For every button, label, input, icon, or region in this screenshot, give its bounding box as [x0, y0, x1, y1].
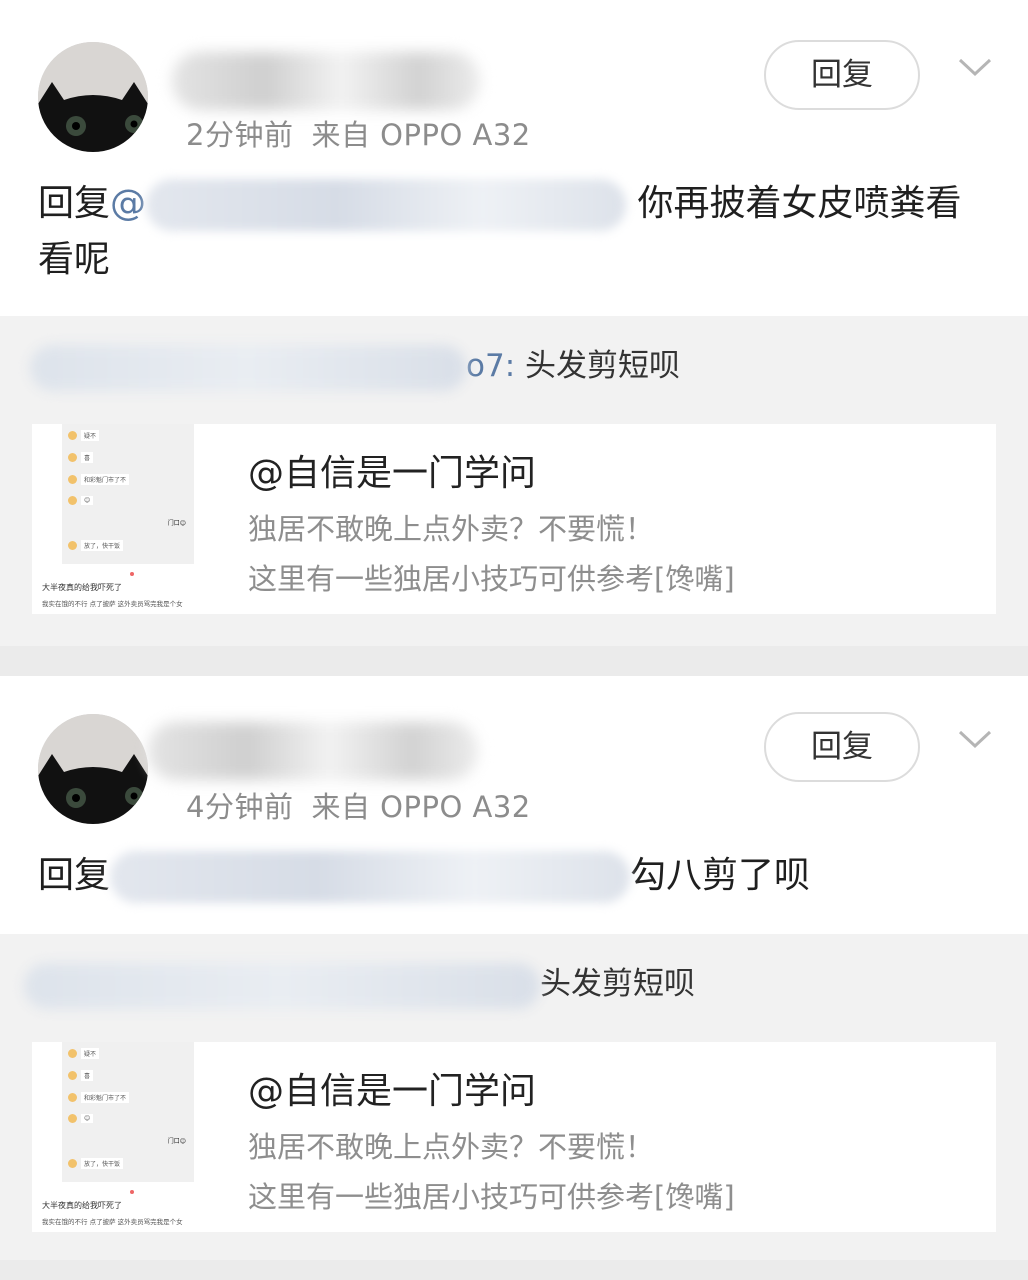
reply-prefix: 回复 [38, 183, 111, 224]
mention-redacted[interactable] [110, 851, 631, 903]
comment-meta: 2分钟前 来自 OPPO A32 [186, 112, 531, 154]
mention-link[interactable]: @ [110, 183, 146, 224]
quoted-line: o7: 头发剪短呗 [30, 344, 680, 391]
shared-post-card[interactable]: 疑不 喜 和彩魁门市了不 😊 门口😊 放了，快干饭 大半夜真的给我吓死了 我实在… [32, 1042, 996, 1232]
card-description-line: 独居不敢晚上点外卖？不要慌！ [248, 512, 655, 546]
thumbnail-chat: 疑不 喜 和彩魁门市了不 😊 门口😊 放了，快干饭 [62, 424, 194, 564]
shared-post-card[interactable]: 疑不 喜 和彩魁门市了不 😊 门口😊 放了，快干饭 大半夜真的给我吓死了 我实在… [32, 424, 996, 614]
thumbnail-dot [130, 1190, 134, 1194]
chevron-down-icon[interactable] [958, 56, 992, 78]
comment-meta: 4分钟前 来自 OPPO A32 [186, 784, 531, 826]
divider [0, 646, 1028, 676]
comment-item: 2分钟前 来自 OPPO A32 回复 回复@ 你再披着女皮喷粪看看呢 [0, 0, 1028, 316]
reply-prefix: 回复 [38, 855, 111, 896]
thumbnail-caption-sub: 我实在饿的不行 点了披萨 这外卖员骂完我是个女 [42, 600, 183, 608]
quoted-post[interactable]: o7: 头发剪短呗 疑不 喜 和彩魁门市了不 😊 门口😊 放了，快干饭 大半夜真… [0, 316, 1028, 646]
thumbnail-caption-sub: 我实在饿的不行 点了披萨 这外卖员骂完我是个女 [42, 1218, 183, 1226]
username-redacted[interactable] [148, 722, 478, 780]
card-title[interactable]: @自信是一门学问 [248, 1062, 536, 1114]
quoted-text: 头发剪短呗 [525, 348, 680, 384]
mention-redacted[interactable] [146, 179, 627, 231]
comment-body: 回复 勾八剪了呗 [38, 848, 988, 904]
comment-source: 来自 OPPO A32 [311, 790, 531, 824]
card-description-line: 这里有一些独居小技巧可供参考[馋嘴] [248, 562, 735, 596]
comment-text: 勾八剪了呗 [630, 855, 811, 896]
comment-body: 回复@ 你再披着女皮喷粪看看呢 [38, 176, 988, 288]
reply-button[interactable]: 回复 [764, 40, 920, 110]
comment-feed: 2分钟前 来自 OPPO A32 回复 回复@ 你再披着女皮喷粪看看呢 o7: 头… [0, 0, 1028, 1280]
avatar[interactable] [38, 42, 148, 152]
card-title[interactable]: @自信是一门学问 [248, 444, 536, 496]
quoted-user-redacted[interactable] [30, 344, 466, 391]
quoted-user-tail[interactable]: o7: [466, 348, 515, 384]
card-description-line: 独居不敢晚上点外卖？不要慌！ [248, 1130, 655, 1164]
quoted-user-redacted[interactable] [24, 962, 540, 1009]
comment-time: 2分钟前 [186, 118, 294, 152]
avatar-cat-image [38, 714, 148, 824]
quoted-text: 头发剪短呗 [540, 966, 695, 1002]
avatar[interactable] [38, 714, 148, 824]
quoted-post[interactable]: 头发剪短呗 疑不 喜 和彩魁门市了不 😊 门口😊 放了，快干饭 大半夜真的给我吓… [0, 934, 1028, 1260]
avatar-cat-image [38, 42, 148, 152]
thumbnail-caption: 大半夜真的给我吓死了 [42, 583, 122, 592]
comment-source: 来自 OPPO A32 [311, 118, 531, 152]
divider [0, 1260, 1028, 1280]
card-thumbnail: 疑不 喜 和彩魁门市了不 😊 门口😊 放了，快干饭 大半夜真的给我吓死了 我实在… [38, 1042, 218, 1232]
chevron-down-icon[interactable] [958, 728, 992, 750]
username-redacted[interactable] [172, 52, 480, 110]
comment-item: 4分钟前 来自 OPPO A32 回复 回复 勾八剪了呗 [0, 676, 1028, 934]
thumbnail-chat: 疑不 喜 和彩魁门市了不 😊 门口😊 放了，快干饭 [62, 1042, 194, 1182]
card-description-line: 这里有一些独居小技巧可供参考[馋嘴] [248, 1180, 735, 1214]
thumbnail-caption: 大半夜真的给我吓死了 [42, 1201, 122, 1210]
comment-time: 4分钟前 [186, 790, 294, 824]
reply-button[interactable]: 回复 [764, 712, 920, 782]
card-thumbnail: 疑不 喜 和彩魁门市了不 😊 门口😊 放了，快干饭 大半夜真的给我吓死了 我实在… [38, 424, 218, 614]
thumbnail-dot [130, 572, 134, 576]
quoted-line: 头发剪短呗 [24, 962, 695, 1009]
